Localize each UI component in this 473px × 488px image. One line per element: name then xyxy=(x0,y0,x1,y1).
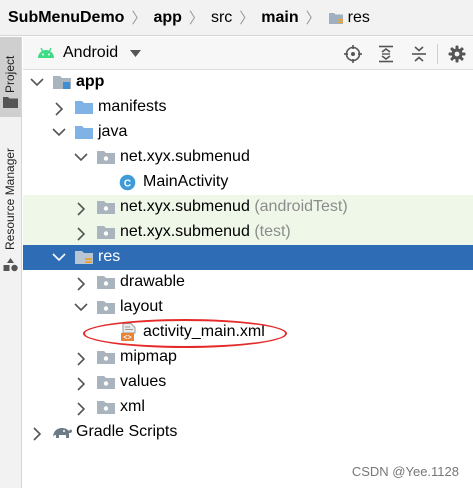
chevron-right-icon[interactable] xyxy=(54,102,64,116)
watermark: CSDN @Yee.1128 xyxy=(351,464,459,479)
tree-row-mainactivity[interactable]: C MainActivity xyxy=(23,170,473,195)
tree-label: drawable xyxy=(120,273,185,290)
expand-all-icon xyxy=(378,45,393,62)
class-icon: C xyxy=(119,174,136,191)
chevron-right-icon[interactable] xyxy=(76,377,86,391)
package-icon xyxy=(97,301,115,314)
view-mode-dropdown[interactable]: Android xyxy=(37,44,142,62)
module-folder-icon xyxy=(53,76,71,89)
header-actions xyxy=(336,37,473,70)
res-folder-icon xyxy=(75,251,93,264)
annotation-ellipse xyxy=(83,319,287,348)
tree-label: values xyxy=(120,373,167,390)
android-icon xyxy=(38,47,54,58)
tree-label: net.xyx.submenud xyxy=(120,148,250,165)
tree-label: net.xyx.submenud xyxy=(120,223,250,240)
folder-icon xyxy=(75,101,93,114)
svg-text:C: C xyxy=(124,178,131,189)
collapse-all-icon xyxy=(411,45,426,62)
tree-row-java[interactable]: java xyxy=(23,120,473,145)
chevron-right-icon[interactable] xyxy=(76,352,86,366)
tree-row-drawable[interactable]: drawable xyxy=(23,270,473,295)
project-tab[interactable]: Project xyxy=(0,37,21,117)
expand-all-button[interactable] xyxy=(369,45,402,63)
chevron-right-icon[interactable] xyxy=(32,427,42,441)
tree-label: xml xyxy=(120,398,145,415)
tool-window-strip: Project Resource Manager xyxy=(0,37,22,488)
resource-manager-icon xyxy=(3,258,18,272)
package-icon xyxy=(97,201,115,214)
tree-label-group: net.xyx.submenud (test) xyxy=(120,223,291,241)
tree-label: net.xyx.submenud xyxy=(120,198,250,215)
chevron-down-icon[interactable] xyxy=(74,152,88,162)
chevron-right-icon[interactable] xyxy=(76,202,86,216)
package-icon xyxy=(97,151,115,164)
chevron-right-icon: 〉 xyxy=(131,10,147,27)
tree-row-app[interactable]: app xyxy=(23,70,473,95)
tree-label: mipmap xyxy=(120,348,177,365)
tree-row-res[interactable]: res xyxy=(23,245,473,270)
tree-label: res xyxy=(98,248,121,265)
breadcrumb-item-main[interactable]: main xyxy=(261,9,298,27)
folder-icon xyxy=(75,126,93,139)
chevron-right-icon: 〉 xyxy=(239,10,255,27)
tree-row-package-main[interactable]: net.xyx.submenud xyxy=(23,145,473,170)
tree-row-package-androidtest[interactable]: net.xyx.submenud (androidTest) xyxy=(23,195,473,220)
tree-label: manifests xyxy=(98,98,167,115)
resource-manager-tab-label: Resource Manager xyxy=(3,147,17,250)
tree-row-manifests[interactable]: manifests xyxy=(23,95,473,120)
chevron-right-icon[interactable] xyxy=(76,227,86,241)
chevron-right-icon: 〉 xyxy=(188,10,204,27)
folder-icon xyxy=(3,97,18,108)
breadcrumb-item-res: res xyxy=(347,8,370,26)
breadcrumb-item-project[interactable]: SubMenuDemo xyxy=(8,9,124,27)
source-set-suffix: (androidTest) xyxy=(254,198,348,215)
tree-row-xml[interactable]: xml xyxy=(23,395,473,420)
tree-row-values[interactable]: values xyxy=(23,370,473,395)
tree-label: app xyxy=(76,73,105,90)
project-tree: app manifests java net.xyx.submenud C Ma… xyxy=(23,70,473,445)
package-icon xyxy=(97,351,115,364)
view-mode-label: Android xyxy=(63,44,119,61)
breadcrumb-item-src[interactable]: src xyxy=(211,9,232,27)
gradle-icon xyxy=(53,428,72,438)
package-icon xyxy=(97,276,115,289)
chevron-down-icon[interactable] xyxy=(52,127,66,137)
tree-label-group: net.xyx.submenud (androidTest) xyxy=(120,198,348,216)
chevron-down-icon xyxy=(130,49,142,57)
tree-label: MainActivity xyxy=(143,173,229,190)
tree-row-package-test[interactable]: net.xyx.submenud (test) xyxy=(23,220,473,245)
project-tab-label: Project xyxy=(3,55,17,93)
chevron-down-icon[interactable] xyxy=(74,302,88,312)
package-icon xyxy=(97,376,115,389)
tree-label: layout xyxy=(120,298,163,315)
tree-label: Gradle Scripts xyxy=(76,423,178,440)
breadcrumb: SubMenuDemo 〉 app 〉 src 〉 main 〉 res xyxy=(0,0,473,36)
toolbar-divider xyxy=(437,43,438,64)
locate-button[interactable] xyxy=(336,44,369,63)
locate-icon xyxy=(343,44,362,63)
breadcrumb-item-res-wrap[interactable]: res xyxy=(328,9,370,27)
chevron-right-icon[interactable] xyxy=(76,402,86,416)
chevron-right-icon[interactable] xyxy=(76,277,86,291)
tree-row-mipmap[interactable]: mipmap xyxy=(23,345,473,370)
tree-row-layout[interactable]: layout xyxy=(23,295,473,320)
resource-manager-tab[interactable]: Resource Manager xyxy=(0,132,21,282)
settings-button[interactable] xyxy=(440,45,473,63)
project-tool-header: Android xyxy=(23,37,473,70)
package-icon xyxy=(97,401,115,414)
gear-icon xyxy=(448,45,465,62)
collapse-all-button[interactable] xyxy=(402,45,435,63)
package-icon xyxy=(97,226,115,239)
chevron-down-icon[interactable] xyxy=(30,77,44,87)
tree-row-gradle-scripts[interactable]: Gradle Scripts xyxy=(23,420,473,445)
tree-label: java xyxy=(98,123,128,140)
chevron-down-icon[interactable] xyxy=(52,252,66,262)
source-set-suffix: (test) xyxy=(254,223,291,240)
breadcrumb-item-app[interactable]: app xyxy=(153,9,181,27)
res-folder-icon xyxy=(328,12,343,24)
chevron-right-icon: 〉 xyxy=(305,10,321,27)
